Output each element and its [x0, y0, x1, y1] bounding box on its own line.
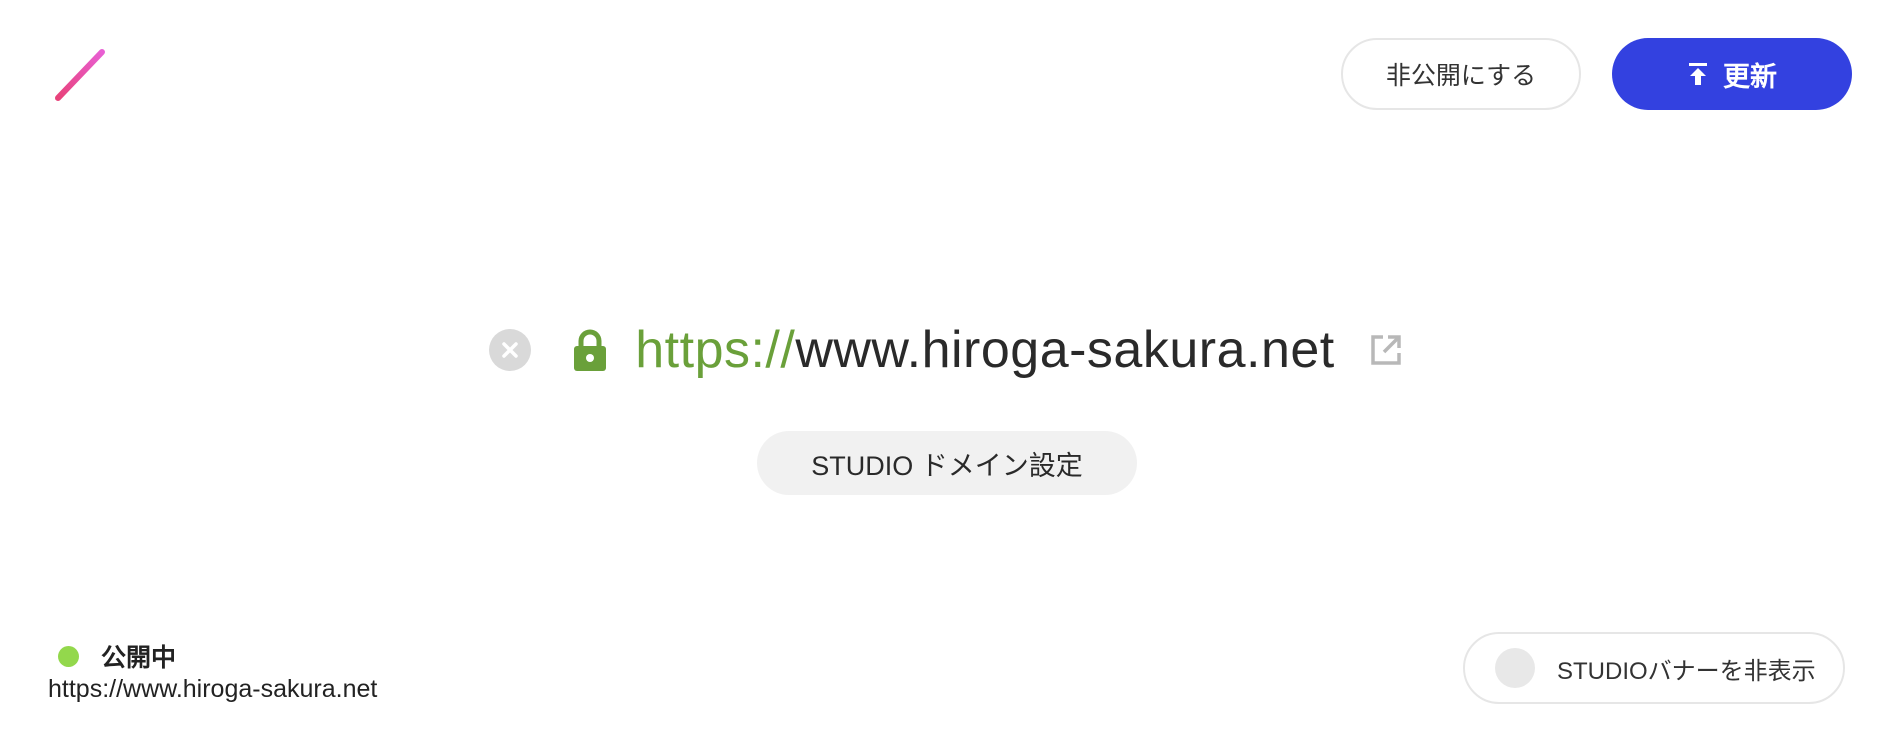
- lock-icon: [573, 328, 607, 372]
- studio-logo[interactable]: [50, 46, 110, 106]
- hide-banner-label: STUDIOバナーを非表示: [1557, 657, 1816, 685]
- external-link-icon[interactable]: [1369, 333, 1403, 367]
- status-url: https://www.hiroga-sakura.net: [48, 675, 378, 703]
- domain-url-row: https://www.hiroga-sakura.net: [0, 312, 1892, 388]
- close-circle-icon[interactable]: [489, 329, 532, 371]
- pencil-slash-logo-icon: [55, 49, 105, 101]
- publish-status: 公開中: [58, 638, 176, 674]
- unpublish-button-label: 非公開にする: [1385, 62, 1537, 90]
- publish-page: 非公開にする 更新 https://www.hiroga-sakura.net: [0, 0, 1892, 750]
- domain-settings-label: STUDIO ドメイン設定: [811, 450, 1083, 481]
- upload-arrow-icon: [1687, 62, 1709, 86]
- status-label: 公開中: [101, 644, 177, 672]
- unpublish-button[interactable]: 非公開にする: [1341, 38, 1581, 110]
- domain-url: https://www.hiroga-sakura.net: [635, 320, 1335, 380]
- domain-settings-button[interactable]: STUDIO ドメイン設定: [757, 431, 1137, 495]
- hide-banner-toggle[interactable]: STUDIOバナーを非表示: [1463, 632, 1845, 704]
- url-protocol: https://: [635, 321, 796, 379]
- update-button-label: 更新: [1723, 61, 1777, 92]
- update-button[interactable]: 更新: [1612, 38, 1852, 110]
- url-host: www.hiroga-sakura.net: [795, 321, 1335, 379]
- toggle-knob: [1495, 648, 1535, 688]
- status-dot: [58, 645, 79, 667]
